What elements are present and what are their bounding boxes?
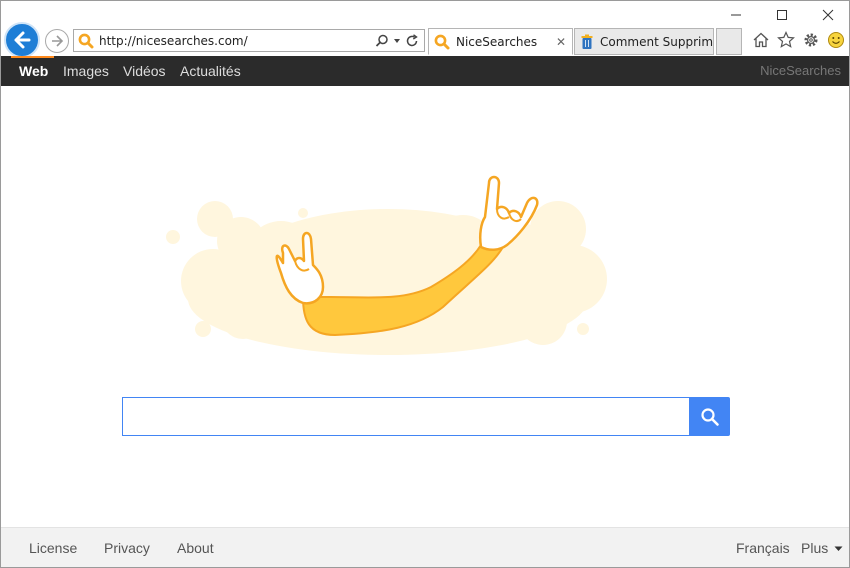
new-tab-button[interactable] bbox=[716, 28, 742, 55]
close-window-button[interactable] bbox=[805, 1, 849, 29]
maximize-icon bbox=[777, 10, 787, 20]
maximize-button[interactable] bbox=[759, 1, 805, 29]
footer: License Privacy About Français Plus bbox=[1, 527, 849, 567]
magnifier-logo-icon bbox=[78, 33, 94, 48]
site-favicon bbox=[77, 32, 95, 50]
refresh-icon[interactable] bbox=[405, 33, 419, 48]
footer-privacy-link[interactable]: Privacy bbox=[104, 528, 150, 567]
window-controls bbox=[713, 1, 849, 29]
favorites-button[interactable] bbox=[776, 30, 796, 50]
close-icon bbox=[822, 9, 834, 21]
footer-more-label: Plus bbox=[801, 540, 829, 556]
nav-brand: NiceSearches bbox=[760, 63, 841, 78]
magnifier-logo-icon bbox=[434, 34, 450, 49]
minimize-icon bbox=[731, 14, 741, 16]
minimize-button[interactable] bbox=[713, 1, 759, 29]
hero-illustration bbox=[166, 175, 607, 355]
browser-window: http://nicesearches.com/ NiceSearches ✕ bbox=[0, 0, 850, 568]
star-icon bbox=[777, 31, 795, 48]
home-button[interactable] bbox=[751, 30, 771, 50]
back-button[interactable] bbox=[4, 22, 40, 58]
search-button[interactable] bbox=[689, 397, 730, 436]
nav-images[interactable]: Images bbox=[63, 56, 109, 86]
cloud-background bbox=[166, 201, 607, 355]
tab-nicesearches[interactable]: NiceSearches ✕ bbox=[428, 28, 573, 55]
nav-videos[interactable]: Vidéos bbox=[123, 56, 166, 86]
home-icon bbox=[753, 32, 769, 48]
settings-button[interactable] bbox=[801, 30, 821, 50]
trash-bin-icon bbox=[581, 34, 593, 49]
nav-web[interactable]: Web bbox=[19, 56, 48, 86]
search-icon[interactable] bbox=[375, 34, 389, 48]
feedback-button[interactable] bbox=[826, 30, 846, 50]
tab-label: NiceSearches bbox=[456, 34, 538, 49]
address-bar[interactable]: http://nicesearches.com/ bbox=[73, 29, 425, 52]
footer-more-menu[interactable]: Plus bbox=[801, 528, 843, 567]
gear-icon bbox=[804, 33, 818, 47]
search-icon bbox=[700, 407, 719, 426]
nav-actualites[interactable]: Actualités bbox=[180, 56, 241, 86]
tab-close-button[interactable]: ✕ bbox=[553, 35, 569, 49]
browser-chrome: http://nicesearches.com/ NiceSearches ✕ bbox=[1, 1, 849, 58]
search-input[interactable] bbox=[122, 397, 690, 436]
back-arrow-icon bbox=[14, 31, 31, 49]
site-navbar: Web Images Vidéos Actualités NiceSearche… bbox=[1, 56, 849, 86]
address-url[interactable]: http://nicesearches.com/ bbox=[99, 34, 375, 48]
tab-comment-supprimer[interactable]: Comment Supprim... bbox=[574, 28, 714, 55]
caret-down-icon bbox=[834, 546, 843, 552]
smiley-icon bbox=[828, 32, 844, 48]
forward-arrow-icon bbox=[52, 35, 64, 47]
footer-about-link[interactable]: About bbox=[177, 528, 214, 567]
browser-toolbar bbox=[751, 30, 846, 50]
chevron-down-icon[interactable] bbox=[393, 37, 401, 45]
tab-label: Comment Supprim... bbox=[600, 34, 713, 49]
forward-button[interactable] bbox=[45, 29, 69, 53]
footer-license-link[interactable]: License bbox=[29, 528, 77, 567]
footer-language-link[interactable]: Français bbox=[736, 528, 790, 567]
